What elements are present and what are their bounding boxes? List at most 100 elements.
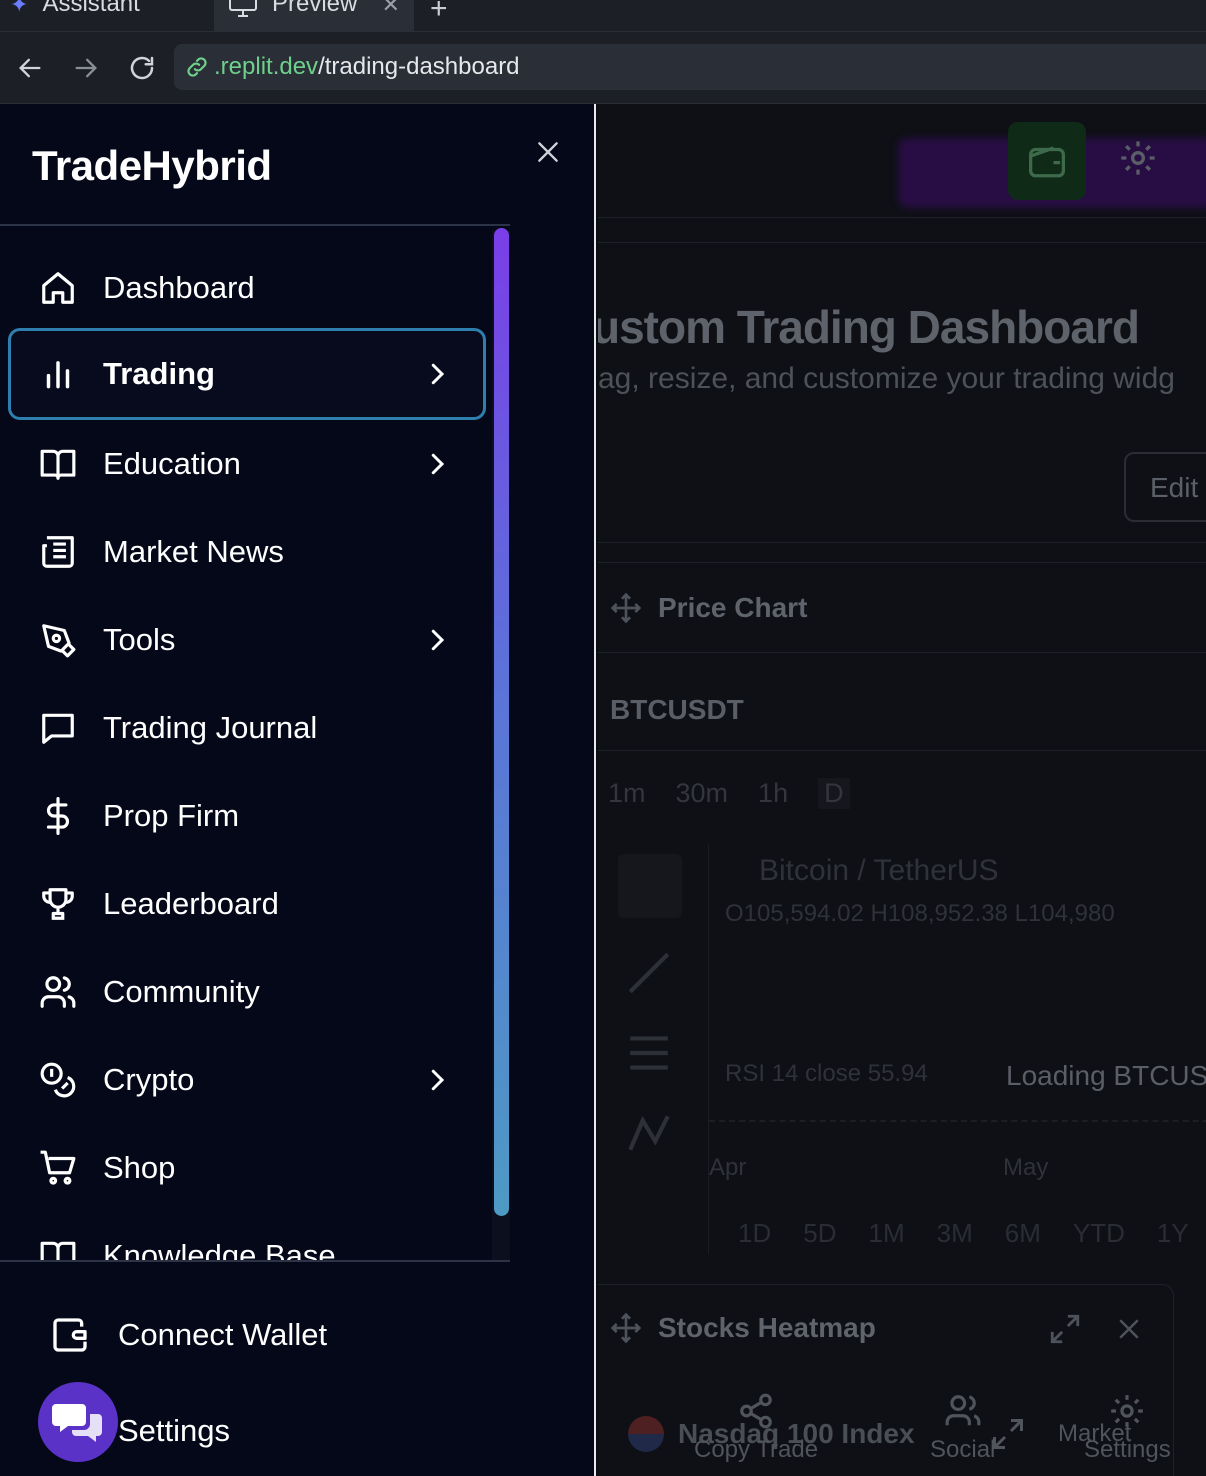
- bottom-nav-label: Settings: [1084, 1436, 1171, 1463]
- range-item[interactable]: YTD: [1073, 1218, 1125, 1249]
- sidebar-item-shop[interactable]: Shop: [8, 1122, 486, 1214]
- back-icon[interactable]: [12, 50, 48, 86]
- sidebar-item-prop-firm[interactable]: Prop Firm: [8, 770, 486, 862]
- sidebar-item-label: Prop Firm: [103, 798, 240, 833]
- chevron-right-icon: [422, 359, 452, 389]
- rsi-readout: RSI 14 close 55.94: [725, 1060, 928, 1087]
- connect-wallet-button[interactable]: Connect Wallet: [50, 1312, 327, 1358]
- newspaper-icon: [38, 532, 78, 572]
- bottom-nav-label: Copy Trade: [694, 1436, 819, 1463]
- gear-icon: [1111, 1395, 1144, 1427]
- drawing-tools: [618, 854, 682, 1274]
- bottom-nav-copy-trade[interactable]: Copy Trade: [694, 1392, 818, 1464]
- interval-item[interactable]: D: [818, 778, 850, 809]
- tab-preview-label: Preview: [272, 0, 358, 17]
- interval-item[interactable]: 1m: [608, 778, 646, 809]
- url-domain: .replit.dev: [214, 53, 319, 80]
- interval-item[interactable]: 1h: [758, 778, 788, 809]
- divider: [598, 562, 1206, 563]
- reload-icon[interactable]: [124, 50, 160, 86]
- header-settings-icon[interactable]: [1118, 138, 1162, 182]
- range-item[interactable]: 1M: [869, 1218, 905, 1249]
- range-selector: 1D 5D 1M 3M 6M YTD 1Y 5: [738, 1218, 1206, 1249]
- sidebar-item-market-news[interactable]: Market News: [8, 506, 486, 598]
- move-icon[interactable]: [610, 592, 642, 624]
- url-input[interactable]: .replit.dev /trading-dashboard: [174, 44, 1206, 90]
- move-icon[interactable]: [610, 1312, 642, 1344]
- trophy-icon: [38, 884, 78, 924]
- chat-support-button[interactable]: [38, 1382, 118, 1462]
- sidebar-item-dashboard[interactable]: Dashboard: [8, 242, 486, 334]
- forward-icon[interactable]: [68, 50, 104, 86]
- range-item[interactable]: 6M: [1005, 1218, 1041, 1249]
- price-chart: Bitcoin / TetherUS O105,594.02 H108,952.…: [708, 844, 1206, 1254]
- sidebar-item-knowledge-base[interactable]: Knowledge Base: [8, 1210, 486, 1260]
- message-square-icon: [38, 708, 78, 748]
- sidebar-item-label: Tools: [103, 622, 176, 657]
- bar-chart-icon: [38, 354, 78, 394]
- browser-url-bar: .replit.dev /trading-dashboard: [0, 32, 1206, 104]
- dollar-icon: [38, 796, 78, 836]
- fib-icon[interactable]: [624, 1028, 674, 1078]
- bottom-nav-social[interactable]: Social: [930, 1392, 995, 1464]
- fullscreen-icon[interactable]: [990, 1416, 1026, 1452]
- trendline-icon[interactable]: [624, 948, 674, 998]
- monitor-icon: [228, 0, 258, 18]
- close-tab-icon[interactable]: ✕: [382, 0, 400, 18]
- sidebar-item-label: Trading Journal: [103, 710, 318, 745]
- sidebar-item-crypto[interactable]: Crypto: [8, 1034, 486, 1126]
- crosshair-icon[interactable]: [618, 854, 682, 918]
- expand-icon[interactable]: [1048, 1312, 1082, 1346]
- new-tab-icon[interactable]: +: [430, 0, 448, 26]
- sidebar-item-label: Education: [103, 446, 241, 481]
- users-icon: [38, 972, 78, 1012]
- users-icon: [945, 1395, 981, 1426]
- divider: [598, 750, 1206, 751]
- wallet-icon: [50, 1315, 90, 1355]
- sidebar-item-label: Community: [103, 974, 260, 1009]
- bottom-nav-settings[interactable]: Settings: [1084, 1392, 1171, 1464]
- browser-tab-bar: ✦ Assistant Preview ✕ +: [0, 0, 1206, 32]
- range-item[interactable]: 1Y: [1157, 1218, 1189, 1249]
- sidebar-item-label: Crypto: [103, 1062, 195, 1097]
- close-widget-icon[interactable]: [1114, 1314, 1144, 1344]
- tab-assistant[interactable]: ✦ Assistant: [10, 0, 210, 32]
- brand-logo[interactable]: TradeHybrid: [32, 142, 272, 190]
- header-wallet-button[interactable]: [1008, 122, 1086, 200]
- sidebar-item-label: Knowledge Base: [103, 1238, 336, 1260]
- sidebar-item-education[interactable]: Education: [8, 418, 486, 510]
- sidebar-item-label: Leaderboard: [103, 886, 279, 921]
- pattern-icon[interactable]: [624, 1108, 674, 1158]
- range-item[interactable]: 1D: [738, 1218, 771, 1249]
- loading-text: Loading BTCUS: [1006, 1060, 1206, 1091]
- page-title: ustom Trading Dashboard: [598, 301, 1140, 353]
- sidebar-item-label: Market News: [103, 534, 284, 569]
- chevron-right-icon: [422, 1065, 452, 1095]
- range-item[interactable]: 3M: [937, 1218, 973, 1249]
- cart-icon: [38, 1148, 78, 1188]
- link-icon: [184, 54, 210, 80]
- ohlc-readout: O105,594.02 H108,952.38 L104,980: [725, 900, 1115, 927]
- sidebar-item-community[interactable]: Community: [8, 946, 486, 1038]
- sidebar: TradeHybrid Dashboard Trading Education …: [0, 104, 596, 1476]
- sidebar-item-leaderboard[interactable]: Leaderboard: [8, 858, 486, 950]
- divider: [598, 542, 1206, 543]
- tab-preview[interactable]: Preview ✕: [214, 0, 414, 32]
- close-sidebar-icon[interactable]: [530, 134, 566, 170]
- interval-item[interactable]: 30m: [676, 778, 729, 809]
- edit-button[interactable]: Edit: [1124, 452, 1206, 522]
- page-subtitle: ag, resize, and customize your trading w…: [598, 362, 1175, 395]
- heatmap-header: Stocks Heatmap: [610, 1312, 876, 1344]
- sidebar-item-tools[interactable]: Tools: [8, 594, 486, 686]
- connect-wallet-label: Connect Wallet: [118, 1317, 328, 1352]
- tab-assistant-label: Assistant: [42, 0, 140, 17]
- sidebar-item-trading[interactable]: Trading: [8, 328, 486, 420]
- interval-selector: 1m 30m 1h D: [608, 778, 850, 809]
- range-item[interactable]: 5D: [803, 1218, 836, 1249]
- pair-name: Bitcoin / TetherUS: [759, 854, 999, 887]
- price-chart-header: Price Chart: [610, 592, 807, 624]
- book-icon: [38, 444, 78, 484]
- pen-tool-icon: [38, 620, 78, 660]
- sidebar-item-trading-journal[interactable]: Trading Journal: [8, 682, 486, 774]
- chevron-right-icon: [422, 625, 452, 655]
